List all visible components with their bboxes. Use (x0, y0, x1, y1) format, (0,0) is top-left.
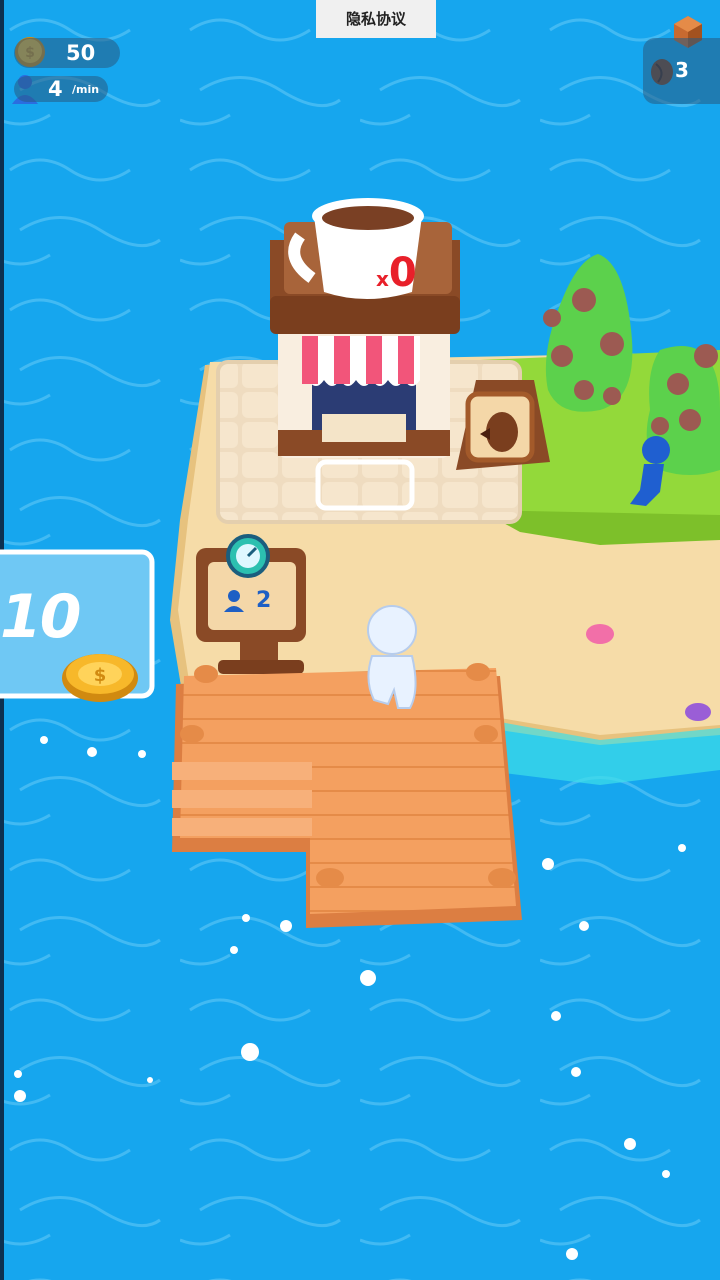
coin-count: 50 (66, 41, 96, 65)
coin-counter: 50 (14, 38, 120, 68)
visitor-rate: 4 /min (14, 76, 108, 102)
cafe-awning (302, 336, 420, 386)
coin-pickup[interactable]: $ (62, 654, 138, 702)
coffee-bean-count: 3 (675, 58, 689, 82)
privacy-policy-button[interactable]: 隐私协议 (316, 0, 436, 38)
svg-text:$: $ (94, 665, 107, 686)
visitor-rate-value: 4 (48, 77, 63, 101)
queue-count: 2 (256, 588, 272, 613)
stopwatch-icon (226, 534, 270, 578)
shell-pink (586, 624, 614, 644)
cafe-cup-counter: x0 (376, 250, 417, 296)
coffee-bean-icon (486, 412, 518, 452)
cafe-cup-count: 0 (388, 250, 417, 296)
inventory-panel[interactable]: 3 (643, 38, 720, 104)
player-character (367, 605, 417, 709)
game-scene[interactable]: $ $ (0, 0, 720, 1280)
shell-purple (685, 703, 711, 721)
zone-unlock-label: 10 (0, 582, 81, 652)
visitor-rate-unit: /min (72, 83, 100, 96)
cafe-cup-count-prefix: x (376, 267, 389, 291)
